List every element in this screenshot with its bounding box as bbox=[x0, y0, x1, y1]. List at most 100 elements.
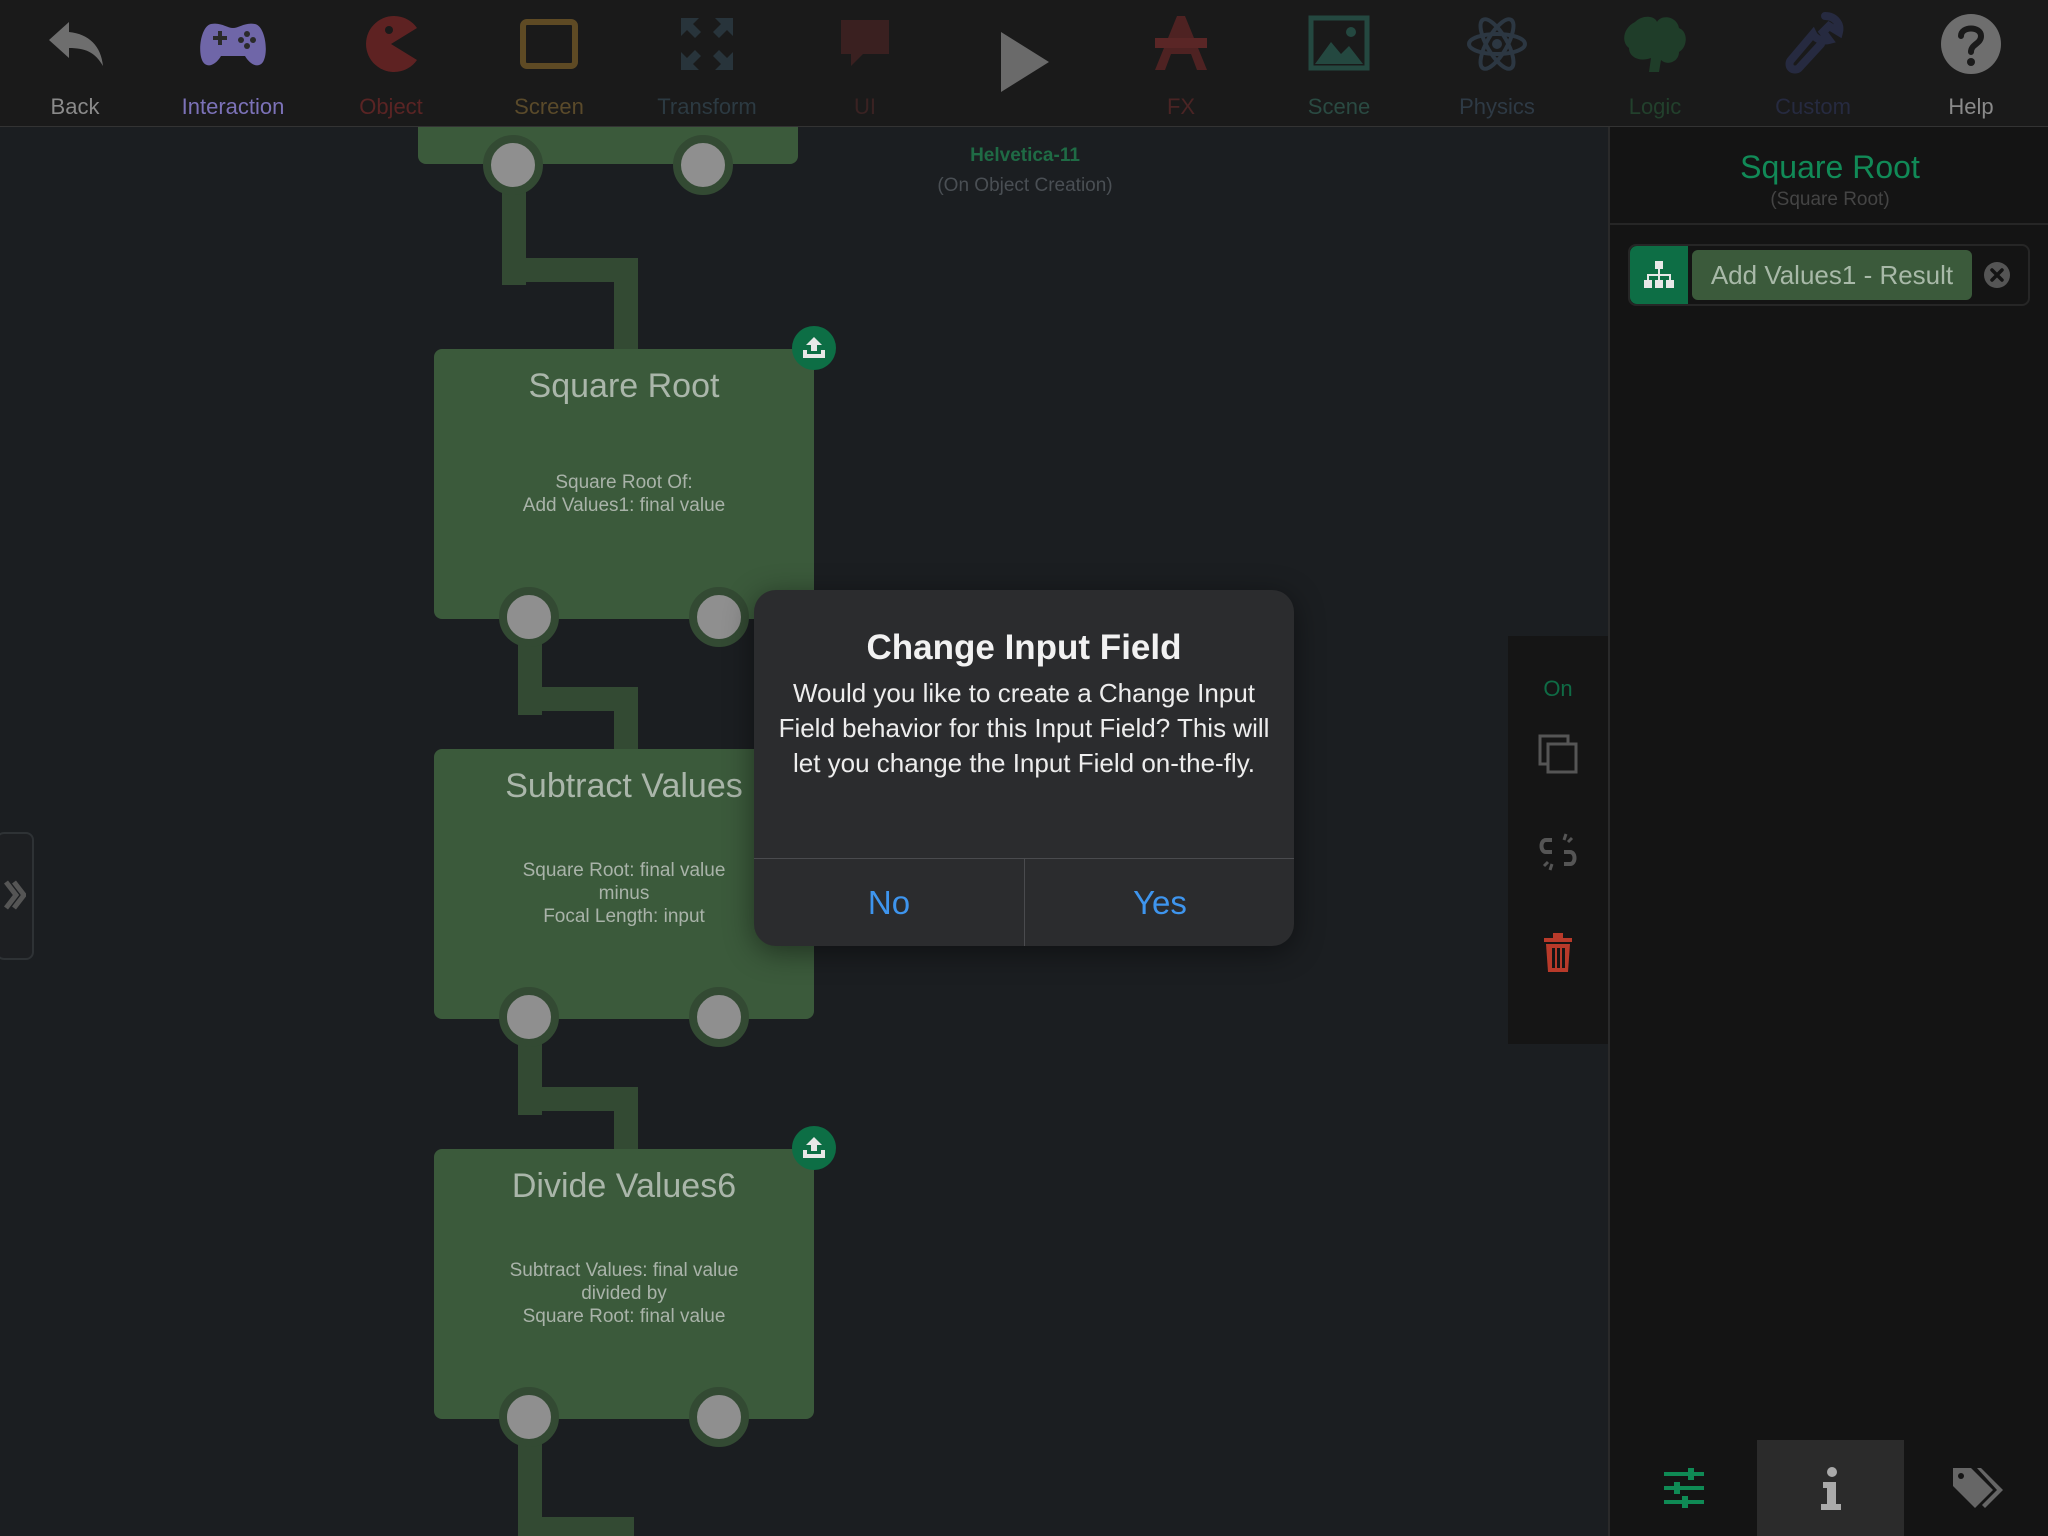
toolbar-object-label: Object bbox=[359, 94, 423, 119]
no-button[interactable]: No bbox=[754, 859, 1024, 946]
duplicate-button[interactable] bbox=[1536, 732, 1580, 776]
node-desc-line: Square Root: final value bbox=[522, 1306, 726, 1327]
output-port[interactable] bbox=[689, 1387, 749, 1447]
trash-icon bbox=[1544, 933, 1572, 972]
object-name-label: Helvetica-11 bbox=[970, 145, 1080, 166]
panel-subtitle: (Square Root) bbox=[1770, 189, 1890, 210]
behavior-node-square-root[interactable]: Square Root Square Root Of: Add Values1:… bbox=[434, 349, 814, 619]
brain-icon bbox=[1624, 16, 1686, 72]
toolbar-scene-button[interactable]: Scene bbox=[1260, 0, 1418, 126]
top-toolbar: Back Interaction Object Screen Transform… bbox=[0, 0, 2048, 127]
output-port[interactable] bbox=[499, 587, 559, 647]
node-desc-line: divided by bbox=[581, 1283, 667, 1304]
upload-tray-icon bbox=[803, 1137, 825, 1158]
yes-button[interactable]: Yes bbox=[1025, 859, 1294, 946]
node-desc-line: Add Values1: final value bbox=[522, 495, 726, 516]
node-description: Square Root: final value minus Focal Len… bbox=[444, 859, 804, 928]
input-value-chip[interactable]: Add Values1 - Result bbox=[1692, 250, 1972, 300]
hierarchy-button[interactable] bbox=[1630, 246, 1688, 304]
connection-wire bbox=[518, 1517, 634, 1536]
toolbar-ui-button[interactable]: UI bbox=[786, 0, 944, 126]
toolbar-object-button[interactable]: Object bbox=[312, 0, 470, 126]
tab-tags[interactable] bbox=[1904, 1440, 2048, 1536]
speech-bubble-icon bbox=[841, 20, 889, 66]
export-badge[interactable] bbox=[792, 1126, 836, 1170]
node-desc-line: Square Root: final value bbox=[522, 860, 726, 881]
pacman-icon bbox=[366, 16, 417, 72]
toolbar-custom-label: Custom bbox=[1775, 94, 1851, 119]
duplicate-icon bbox=[1538, 734, 1578, 774]
output-port[interactable] bbox=[673, 135, 733, 195]
node-desc-line: minus bbox=[598, 883, 650, 904]
toolbar-interaction-label: Interaction bbox=[181, 94, 285, 119]
toolbar-fx-button[interactable]: FX bbox=[1102, 0, 1260, 126]
node-action-toolbar: On bbox=[1508, 636, 1608, 1044]
node-desc-line: Subtract Values: final value bbox=[509, 1260, 739, 1281]
sliders-icon bbox=[1663, 1468, 1704, 1508]
dialog-title: Change Input Field bbox=[866, 628, 1182, 667]
unlink-button[interactable] bbox=[1536, 830, 1580, 874]
double-chevron-right-icon bbox=[4, 880, 26, 910]
toolbar-logic-button[interactable]: Logic bbox=[1576, 0, 1734, 126]
unlink-icon bbox=[1539, 833, 1577, 871]
node-desc-line: Focal Length: input bbox=[543, 906, 705, 927]
wrench-icon bbox=[1785, 12, 1844, 74]
landscape-image-icon bbox=[1308, 15, 1370, 71]
node-description: Square Root Of: Add Values1: final value bbox=[444, 471, 804, 517]
toggle-on-label[interactable]: On bbox=[1508, 676, 1608, 702]
input-field-row[interactable]: Add Values1 - Result bbox=[1628, 244, 2030, 306]
output-port[interactable] bbox=[689, 987, 749, 1047]
output-port[interactable] bbox=[689, 587, 749, 647]
trigger-label: (On Object Creation) bbox=[937, 175, 1113, 196]
toolbar-physics-button[interactable]: Physics bbox=[1418, 0, 1576, 126]
toolbar-ui-label: UI bbox=[854, 94, 876, 119]
help-icon bbox=[1941, 14, 2001, 74]
toolbar-screen-button[interactable]: Screen bbox=[470, 0, 628, 126]
panel-divider bbox=[1610, 223, 2048, 225]
behavior-node-partial[interactable] bbox=[418, 127, 798, 164]
change-input-field-dialog: Change Input Field Would you like to cre… bbox=[754, 590, 1294, 946]
toolbar-back-label: Back bbox=[50, 94, 100, 119]
panel-tab-bar bbox=[1610, 1440, 2048, 1536]
node-title: Divide Values6 bbox=[511, 1167, 737, 1205]
expand-arrows-icon bbox=[681, 18, 733, 70]
back-arrow-icon bbox=[49, 22, 103, 66]
node-title: Square Root bbox=[528, 367, 720, 405]
toolbar-logic-label: Logic bbox=[1628, 94, 1682, 119]
toolbar-custom-button[interactable]: Custom bbox=[1734, 0, 1892, 126]
tab-attributes[interactable] bbox=[1610, 1440, 1757, 1536]
clear-icon[interactable] bbox=[1982, 260, 2012, 290]
toolbar-transform-label: Transform bbox=[657, 94, 757, 119]
panel-title: Square Root bbox=[1740, 149, 1920, 185]
node-description: Subtract Values: final value divided by … bbox=[444, 1259, 804, 1328]
toolbar-interaction-button[interactable]: Interaction bbox=[154, 0, 312, 126]
output-port[interactable] bbox=[499, 1387, 559, 1447]
output-port[interactable] bbox=[499, 987, 559, 1047]
toolbar-scene-label: Scene bbox=[1307, 94, 1371, 119]
hierarchy-icon bbox=[1644, 261, 1674, 288]
info-icon bbox=[1820, 1467, 1841, 1510]
node-desc-line: Square Root Of: bbox=[555, 472, 693, 493]
toolbar-play-button[interactable] bbox=[944, 0, 1102, 126]
gamepad-icon bbox=[200, 23, 266, 66]
left-drawer-handle[interactable] bbox=[0, 832, 34, 960]
tab-info[interactable] bbox=[1757, 1440, 1904, 1536]
play-icon bbox=[1001, 32, 1049, 92]
toolbar-help-button[interactable]: Help bbox=[1892, 0, 2048, 126]
dialog-message: Would you like to create a Change Input … bbox=[778, 678, 1270, 778]
toolbar-back-button[interactable]: Back bbox=[0, 0, 154, 126]
upload-tray-icon bbox=[803, 337, 825, 358]
atom-icon bbox=[1467, 17, 1527, 71]
toolbar-transform-button[interactable]: Transform bbox=[628, 0, 786, 126]
output-port[interactable] bbox=[483, 135, 543, 195]
tags-icon bbox=[1952, 1468, 2003, 1508]
toolbar-fx-label: FX bbox=[1166, 94, 1196, 119]
toolbar-help-label: Help bbox=[1948, 94, 1994, 119]
behavior-node-divide-values[interactable]: Divide Values6 Subtract Values: final va… bbox=[434, 1149, 814, 1419]
fx-icon bbox=[1155, 16, 1207, 70]
toolbar-physics-label: Physics bbox=[1459, 94, 1535, 119]
delete-button[interactable] bbox=[1536, 930, 1580, 974]
toolbar-screen-label: Screen bbox=[514, 94, 584, 119]
properties-panel: Square Root (Square Root) Add Values1 - … bbox=[1608, 127, 2048, 1536]
export-badge[interactable] bbox=[792, 326, 836, 370]
